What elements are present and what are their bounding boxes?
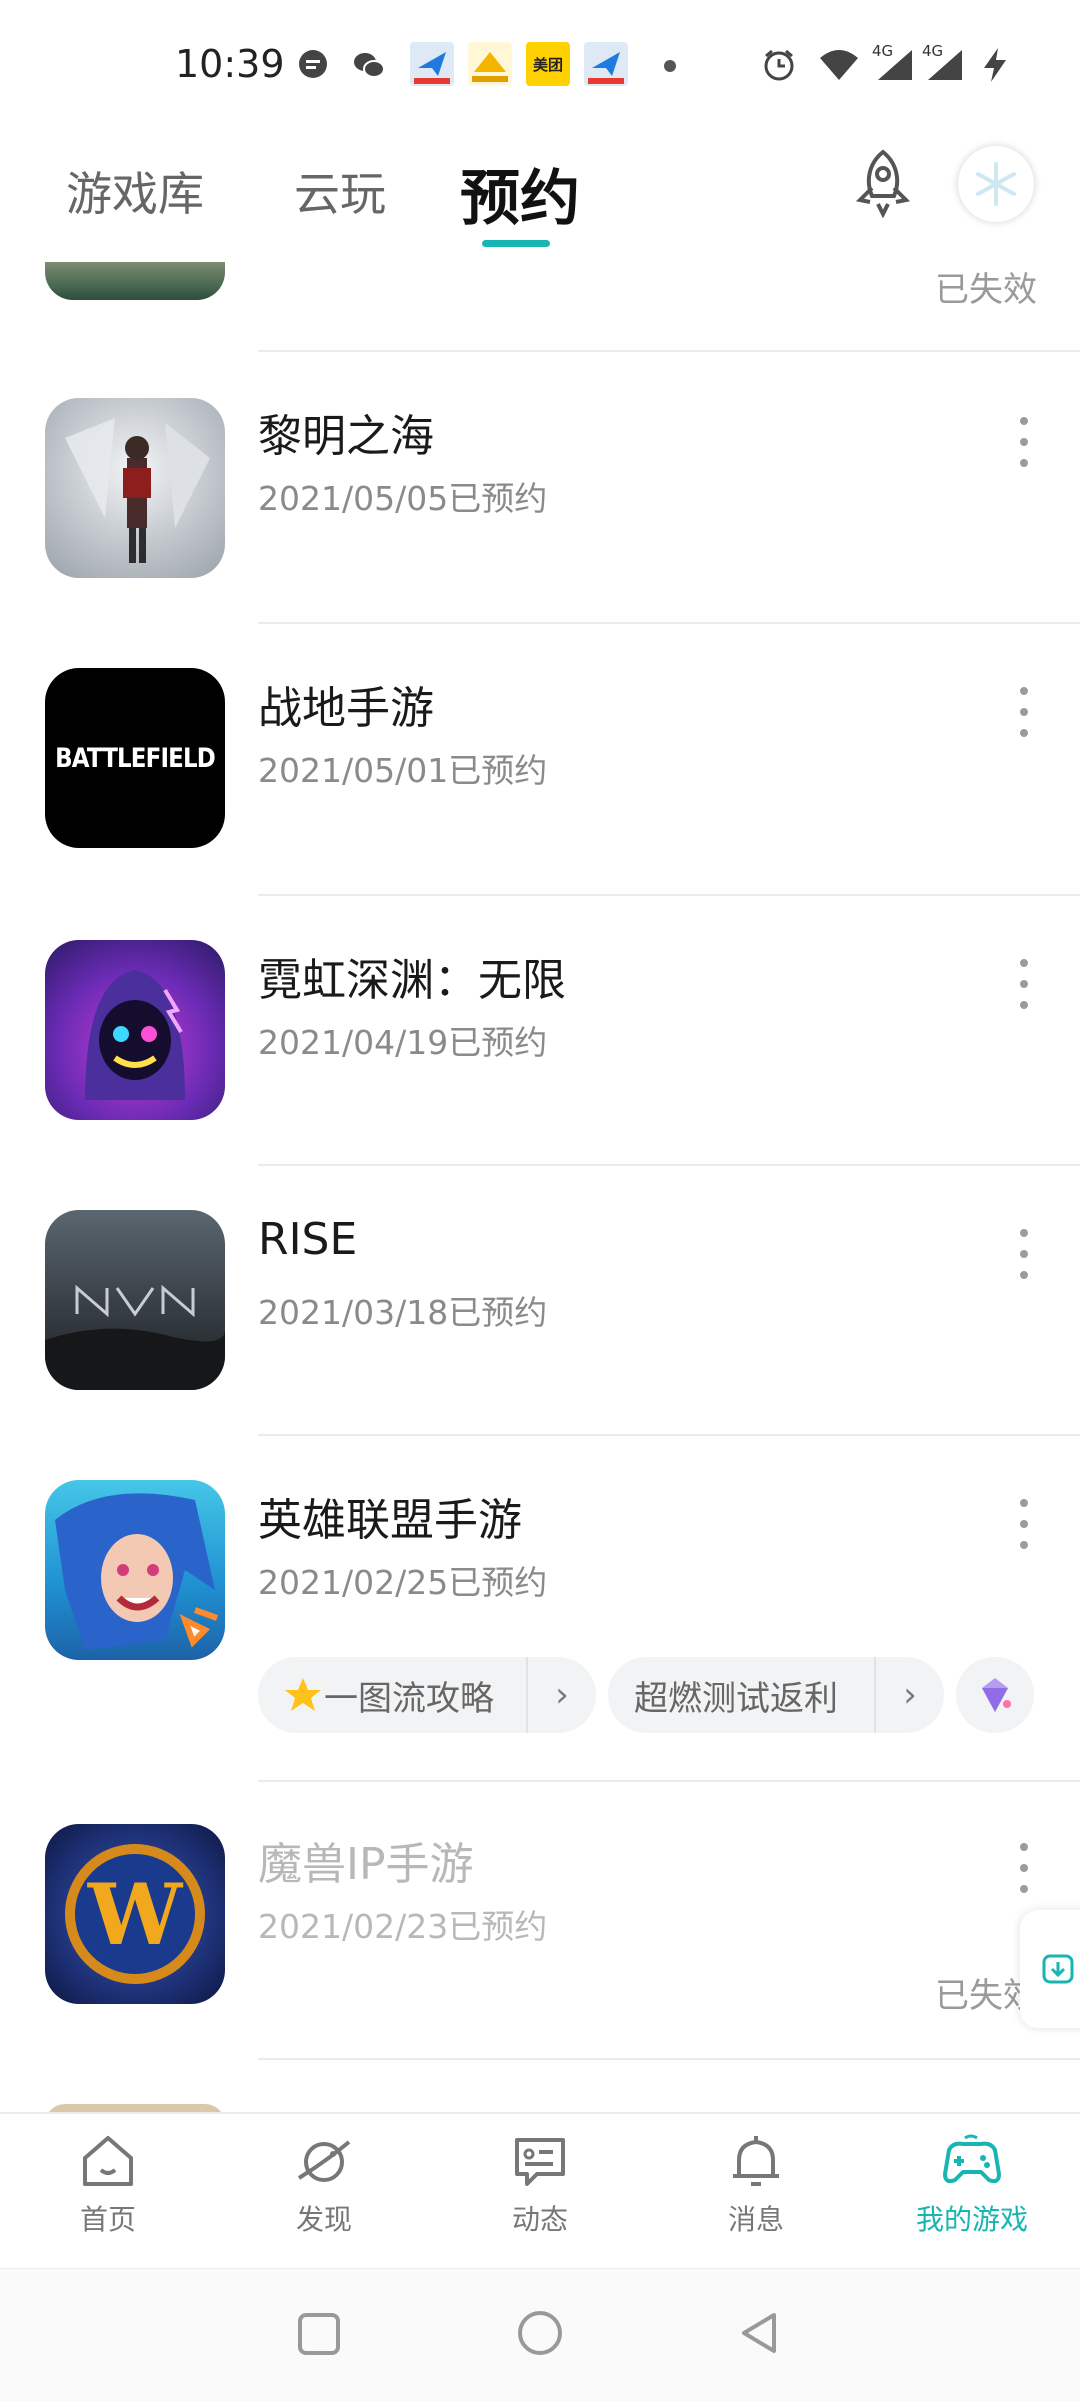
star-icon <box>284 1676 322 1714</box>
more-options-icon[interactable] <box>1012 1499 1036 1549</box>
nav-label: 发现 <box>295 2203 352 2236</box>
divider <box>258 1434 1080 1436</box>
nav-messages[interactable]: 消息 <box>676 2132 836 2252</box>
game-thumbnail <box>45 398 225 578</box>
divider <box>258 894 1080 896</box>
more-options-icon[interactable] <box>1012 417 1036 467</box>
meituan-label: 美团 <box>532 55 563 74</box>
charging-icon <box>984 48 1006 82</box>
nav-my-games[interactable]: 我的游戏 <box>892 2132 1052 2252</box>
strategy-guide-chip[interactable]: 一图流攻略 › <box>258 1657 596 1733</box>
nav-discover[interactable]: 发现 <box>244 2132 404 2252</box>
reservation-date: 2021/04/19已预约 <box>258 1023 548 1062</box>
game-thumbnail: BATTLEFIELD <box>45 668 225 848</box>
download-icon <box>1042 1954 1074 1984</box>
nav-label: 动态 <box>511 2203 568 2236</box>
divider <box>258 1164 1080 1166</box>
expired-label: 已失效 <box>935 270 1037 310</box>
divider <box>258 1780 1080 1782</box>
divider <box>258 2058 1080 2060</box>
reservation-date: 2021/02/23已预约 <box>258 1907 548 1946</box>
chevron-right-icon: › <box>526 1657 596 1733</box>
feed-icon <box>515 2138 565 2186</box>
nav-home[interactable]: 首页 <box>28 2132 188 2252</box>
bottom-nav: 首页 发现 动态 消息 我的游戏 <box>0 2112 1080 2270</box>
tab-game-library[interactable]: 游戏库 <box>66 158 204 224</box>
floating-download-tab[interactable] <box>1020 1910 1080 2028</box>
home-icon <box>83 2136 133 2186</box>
rocket-icon[interactable] <box>848 148 918 218</box>
game-title: 黎明之海 <box>258 411 434 462</box>
battlefield-logo: BATTLEFIELD <box>55 742 216 774</box>
message-icon <box>299 50 327 78</box>
reservation-date: 2021/05/05已预约 <box>258 479 548 518</box>
status-bar: 10:39 美团 4G 4G <box>0 0 1080 120</box>
top-tab-bar: 游戏库 云玩 预约 <box>0 130 1080 250</box>
divider <box>258 622 1080 624</box>
game-thumbnail[interactable] <box>45 2104 225 2112</box>
nav-label: 首页 <box>79 2203 136 2236</box>
game-thumbnail <box>45 940 225 1120</box>
game-thumbnail <box>45 1210 225 1390</box>
gamepad-icon <box>943 2134 1001 2184</box>
warcraft-logo: W <box>87 1864 183 1964</box>
reservation-list: 已失效 黎明之海 2021/05/05已预约 BATTLEFIELD 战地手游 … <box>0 262 1080 2112</box>
game-title: 战地手游 <box>258 683 434 734</box>
game-thumbnail[interactable] <box>45 262 225 300</box>
nav-label: 我的游戏 <box>915 2203 1028 2236</box>
chevron-right-icon: › <box>874 1657 944 1733</box>
avatar[interactable] <box>958 146 1034 222</box>
nav-label: 消息 <box>727 2203 784 2236</box>
more-notifications-dot <box>664 60 676 72</box>
app-notification-icon <box>410 42 454 86</box>
system-nav-bar <box>0 2268 1080 2401</box>
game-title: 霓虹深渊：无限 <box>258 955 566 1006</box>
game-thumbnail: W <box>45 1824 225 2004</box>
back-button[interactable] <box>736 2309 784 2357</box>
test-rebate-chip[interactable]: 超燃测试返利 › <box>608 1657 944 1733</box>
chip-label: 超燃测试返利 <box>634 1678 838 1719</box>
game-title: RISE <box>258 1214 358 1265</box>
network-type-label: 4G <box>922 42 944 60</box>
network-type-label: 4G <box>872 42 894 60</box>
recent-apps-button[interactable] <box>296 2311 342 2357</box>
gift-chip[interactable] <box>956 1657 1034 1733</box>
reservation-date: 2021/03/18已预约 <box>258 1293 548 1332</box>
divider <box>258 350 1080 352</box>
nav-feed[interactable]: 动态 <box>460 2132 620 2252</box>
more-options-icon[interactable] <box>1012 687 1036 737</box>
tab-reservations[interactable]: 预约 <box>460 150 580 237</box>
home-button[interactable] <box>516 2309 564 2357</box>
tab-cloud-play[interactable]: 云玩 <box>294 158 386 224</box>
game-thumbnail <box>45 1480 225 1660</box>
app-notification-icon <box>584 42 628 86</box>
wifi-icon <box>820 50 858 80</box>
active-tab-indicator <box>482 240 550 247</box>
status-time: 10:39 <box>175 42 285 86</box>
meituan-icon: 美团 <box>526 42 570 86</box>
discover-icon <box>297 2140 351 2182</box>
more-options-icon[interactable] <box>1012 959 1036 1009</box>
alarm-icon <box>764 49 794 81</box>
more-options-icon[interactable] <box>1012 1229 1036 1279</box>
more-options-icon[interactable] <box>1012 1843 1036 1893</box>
wechat-icon <box>354 53 385 78</box>
reservation-date: 2021/05/01已预约 <box>258 751 548 790</box>
game-title: 魔兽IP手游 <box>258 1839 474 1890</box>
game-title: 英雄联盟手游 <box>258 1495 522 1546</box>
snowflake-icon <box>976 162 1016 206</box>
gift-icon <box>982 1678 1011 1712</box>
chip-label: 一图流攻略 <box>324 1678 494 1719</box>
reservation-date: 2021/02/25已预约 <box>258 1563 548 1602</box>
app-notification-icon <box>468 42 512 86</box>
bell-icon <box>733 2136 779 2186</box>
